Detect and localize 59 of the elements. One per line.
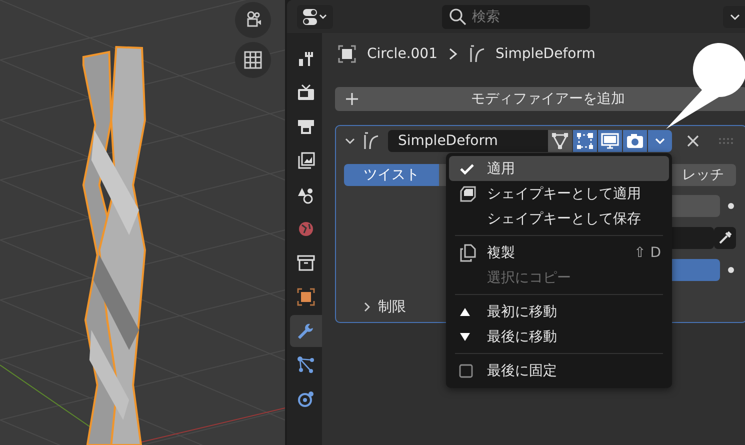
wrench-icon (296, 321, 316, 341)
dropdown-button[interactable] (648, 130, 672, 152)
camera-toggle[interactable] (623, 130, 647, 152)
printer-icon (296, 117, 316, 137)
menu-item[interactable]: 最初に移動 (449, 299, 669, 324)
vertices-icon (576, 132, 594, 150)
search-icon (449, 8, 467, 26)
menu-item[interactable]: シェイプキーとして保存 (449, 206, 669, 231)
globe-icon (296, 219, 316, 239)
menu-item[interactable]: 最後に移動 (449, 324, 669, 349)
collapse-icon[interactable] (344, 136, 356, 146)
monitor-toggle[interactable] (598, 130, 622, 152)
tv-icon (296, 83, 316, 103)
chevron-icon (448, 47, 458, 61)
down-triangle-icon (459, 332, 471, 342)
eyedropper-button[interactable] (714, 227, 736, 249)
triangle-icon (551, 132, 569, 150)
images-icon (296, 151, 316, 171)
nodes-icon (296, 355, 316, 375)
search-field[interactable]: 検索 (442, 4, 590, 28)
editor-type-button[interactable] (297, 4, 333, 28)
orbit-icon (296, 389, 316, 409)
deform-icon (468, 44, 486, 64)
close-icon[interactable] (686, 134, 700, 148)
modifiers-tab[interactable] (290, 315, 322, 347)
menu-item[interactable]: シェイプキーとして適用 (449, 181, 669, 206)
tools-icon (296, 49, 316, 69)
monitor-icon (601, 132, 619, 150)
limits-subpanel[interactable]: 制限 (362, 298, 422, 316)
camera-icon (626, 132, 644, 150)
menu-item[interactable]: 適用 (449, 156, 669, 181)
shape-icon (459, 184, 477, 202)
modifier-name: SimpleDeform (496, 46, 596, 62)
dropdown-button[interactable] (723, 6, 745, 28)
add-modifier-button[interactable]: モディファイアーを追加 (335, 87, 745, 111)
chevron-down-icon (730, 12, 740, 20)
object-name: Circle.001 (367, 46, 438, 62)
drag-handle-icon[interactable] (718, 137, 736, 145)
menu-item[interactable]: 複製 ⇧ D (449, 240, 669, 265)
toggle-icon (302, 8, 328, 26)
eyedropper-icon (717, 230, 733, 246)
chevron-icon (362, 301, 372, 313)
deform-icon (362, 131, 380, 151)
check-icon (459, 162, 475, 176)
square-icon (296, 287, 316, 307)
plus-icon (345, 92, 359, 106)
keyframe-dot[interactable] (728, 267, 734, 273)
editmode-toggle[interactable] (573, 130, 597, 152)
up-triangle-icon (459, 306, 471, 316)
cage-toggle[interactable] (548, 130, 572, 152)
chevron-down-icon (654, 136, 666, 146)
box-icon (296, 253, 316, 273)
object-icon (337, 44, 357, 64)
checkbox-icon (459, 364, 473, 378)
mode-tab[interactable]: ツイスト (344, 164, 439, 186)
copy-icon (459, 244, 477, 262)
keyframe-dot[interactable] (728, 203, 734, 209)
name-field[interactable]: SimpleDeform (388, 130, 548, 152)
menu-item[interactable]: 最後に固定 (449, 358, 669, 383)
